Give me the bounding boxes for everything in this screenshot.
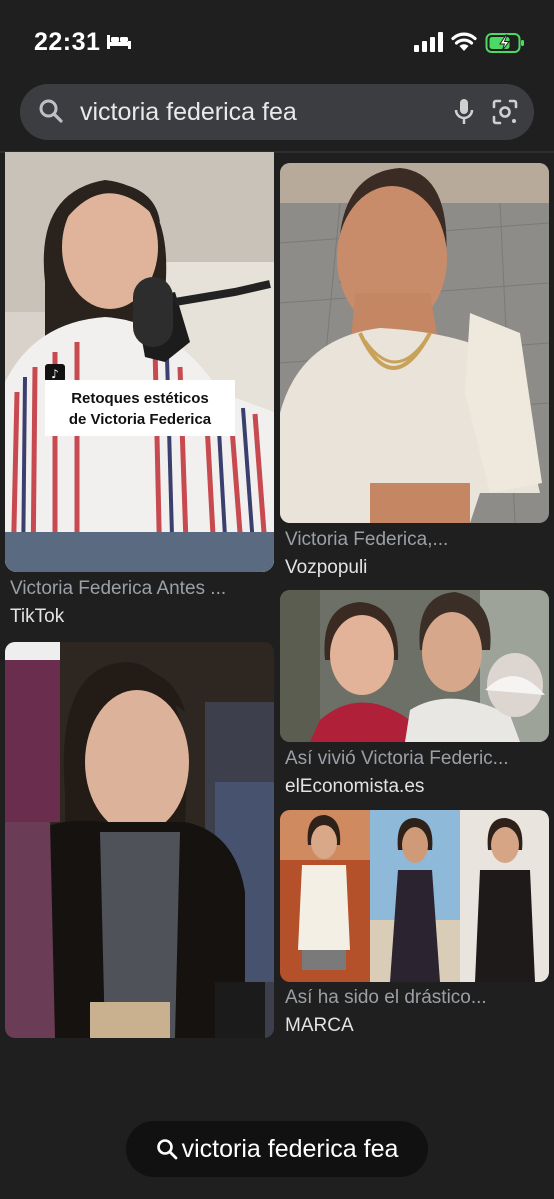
result-source[interactable]: MARCA [285,1015,354,1037]
lens-camera-icon[interactable] [490,97,520,127]
search-icon [156,1139,178,1160]
photo-girl-and-mother [280,590,549,742]
result-title[interactable]: Victoria Federica Antes ... [10,578,270,600]
status-time: 22:31 [34,28,101,56]
result-image-marca[interactable] [280,810,549,982]
photo-woman-selfie [280,163,549,523]
cellular-signal-icon [414,32,443,52]
battery-charging-icon [485,33,524,53]
pill-query-text: victoria federica fea [181,1134,399,1163]
result-title[interactable]: Así ha sido el drástico... [285,987,545,1009]
search-icon [39,99,63,123]
photo-woman-smiling-event [5,642,274,1038]
result-source[interactable]: TikTok [10,606,64,628]
result-title[interactable]: Victoria Federica,... [285,529,545,551]
overlay-text-line1: Retoques estéticos [71,390,209,407]
overlay-text-line2: de Victoria Federica [69,411,212,428]
result-image-casual-event[interactable] [5,642,274,1038]
search-bar[interactable]: victoria federica fea [20,84,534,140]
search-query-text[interactable]: victoria federica fea [80,98,297,127]
photo-collage-three-looks [280,810,549,982]
photo-woman-podcast: ♪ Retoques estéticos de Victoria Federic… [5,152,274,572]
result-image-tiktok[interactable]: ♪ Retoques estéticos de Victoria Federic… [5,152,274,572]
svg-text:♪: ♪ [51,367,59,381]
search-suggestion-pill[interactable]: victoria federica fea [126,1121,428,1177]
wifi-icon [451,32,477,51]
bed-icon [107,35,131,49]
result-source[interactable]: Vozpopuli [285,557,367,579]
result-title[interactable]: Así vivió Victoria Federic... [285,748,545,770]
result-image-vozpopuli[interactable] [280,163,549,523]
status-bar: 22:31 [0,0,554,80]
result-image-eleconomista[interactable] [280,590,549,742]
result-source[interactable]: elEconomista.es [285,776,424,798]
microphone-icon[interactable] [451,97,477,127]
